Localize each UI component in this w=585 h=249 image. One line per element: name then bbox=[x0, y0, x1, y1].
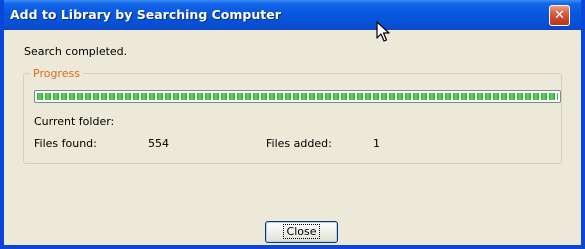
status-text: Search completed. bbox=[24, 45, 128, 58]
files-found-label: Files found: bbox=[34, 137, 97, 150]
close-button-label: Close bbox=[282, 224, 321, 239]
progress-bar bbox=[34, 90, 561, 103]
close-button[interactable]: Close bbox=[265, 221, 338, 243]
current-folder-label: Current folder: bbox=[34, 115, 115, 128]
files-found-value: 554 bbox=[148, 137, 169, 150]
files-added-label: Files added: bbox=[266, 137, 332, 150]
dialog-body: Search completed. Progress Current folde… bbox=[4, 30, 581, 245]
title-bar[interactable]: Add to Library by Searching Computer ✕ bbox=[4, 0, 581, 30]
progress-group-legend: Progress bbox=[30, 67, 83, 80]
window-title: Add to Library by Searching Computer bbox=[10, 7, 281, 22]
close-icon: ✕ bbox=[554, 8, 565, 23]
arrow-cursor-icon bbox=[376, 21, 390, 42]
dialog-window: Add to Library by Searching Computer ✕ S… bbox=[0, 0, 585, 249]
files-added-value: 1 bbox=[373, 137, 380, 150]
progress-bar-fill bbox=[37, 93, 558, 100]
close-window-button[interactable]: ✕ bbox=[549, 5, 570, 26]
